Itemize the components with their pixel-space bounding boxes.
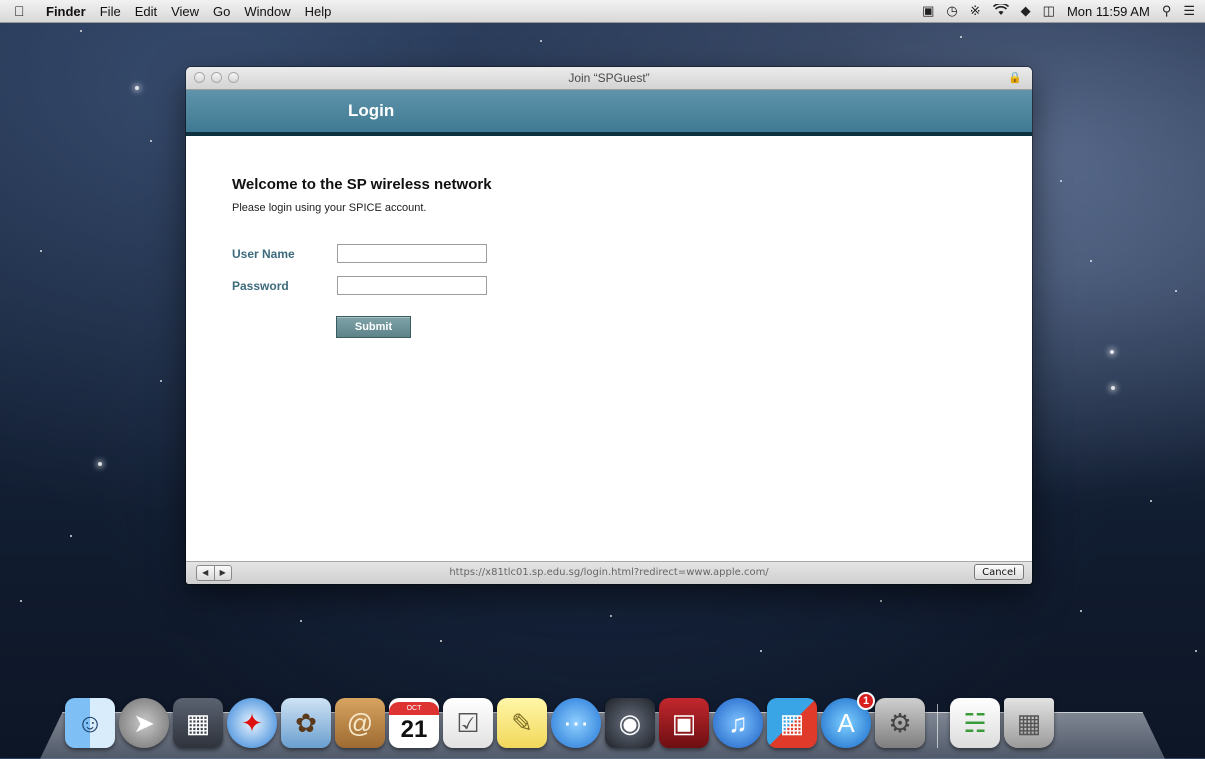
mail-icon[interactable]: ✿ [281,698,331,748]
menu-edit[interactable]: Edit [135,4,157,19]
app-store-badge: 1 [857,692,875,710]
app-store-icon[interactable]: A 1 [821,692,875,748]
dashboard-icon[interactable]: ▦ [173,698,223,748]
login-instructions: Please login using your SPICE account. [232,202,427,214]
time-machine-icon[interactable]: ◷ [946,3,957,19]
preview-icon[interactable]: ☵ [950,698,1000,748]
close-button[interactable] [194,72,205,83]
wifi-icon[interactable] [992,2,1009,19]
username-label: User Name [232,247,295,261]
trash-icon[interactable]: ▦ [1004,698,1054,748]
apple-menu-icon[interactable]:  [14,3,32,19]
cancel-button[interactable]: Cancel [974,564,1024,580]
system-preferences-icon[interactable]: ⚙ [875,698,925,748]
itunes-icon[interactable]: ♫ [713,698,763,748]
finder-icon[interactable]: ☺ [65,698,115,748]
window-titlebar[interactable]: Join “SPGuest” 🔒 [186,67,1032,90]
header-title: Login [348,101,395,120]
menu-help[interactable]: Help [305,4,332,19]
password-label: Password [232,279,289,293]
calendar-month: OCT [389,701,439,715]
lock-icon: 🔒 [1008,72,1022,84]
facetime-icon[interactable]: ◉ [605,698,655,748]
page-url: https://x81tlc01.sp.edu.sg/login.html?re… [449,567,769,578]
reminders-icon[interactable]: ☑ [443,698,493,748]
menu-window[interactable]: Window [244,4,290,19]
safari-icon[interactable]: ✦ [227,698,277,748]
menu-bar:  Finder File Edit View Go Window Help ▣… [0,0,1205,23]
dock-separator [937,704,938,748]
notification-center-icon[interactable]: ☰ [1183,3,1195,19]
dock: ☺ ➤ ▦ ✦ ✿ @ OCT 21 ☑ ✎ ⋯ ◉ ▣ ♫ ▦ A 1 ⚙ ☵… [65,688,1054,748]
status-bar: ◀ ▶ https://x81tlc01.sp.edu.sg/login.htm… [186,561,1032,584]
parallels-menu-icon[interactable]: ▣ [922,3,934,19]
captive-portal-window: Join “SPGuest” 🔒 Login Welcome to the SP… [186,67,1032,584]
menu-file[interactable]: File [100,4,121,19]
volume-icon[interactable]: ◆ [1021,3,1031,19]
menu-clock[interactable]: Mon 11:59 AM [1067,4,1150,19]
parallels-icon[interactable]: ▦ [767,698,817,748]
battery-icon[interactable]: ◫ [1043,3,1055,19]
page-header: Login [186,90,1032,136]
messages-icon[interactable]: ⋯ [551,698,601,748]
bluetooth-icon[interactable]: ※ [970,3,981,19]
calendar-day: 21 [400,715,428,743]
username-input[interactable] [337,244,487,263]
calendar-icon[interactable]: OCT 21 [389,698,439,748]
menu-app-name[interactable]: Finder [46,4,86,19]
menu-view[interactable]: View [171,4,199,19]
notes-icon[interactable]: ✎ [497,698,547,748]
launchpad-icon[interactable]: ➤ [119,698,169,748]
minimize-button[interactable] [211,72,222,83]
zoom-button[interactable] [228,72,239,83]
contacts-icon[interactable]: @ [335,698,385,748]
spotlight-icon[interactable]: ⚲ [1162,3,1172,19]
window-title: Join “SPGuest” [568,71,650,85]
login-content: Welcome to the SP wireless network Pleas… [186,136,1032,555]
welcome-heading: Welcome to the SP wireless network [232,176,492,193]
menu-go[interactable]: Go [213,4,230,19]
photo-booth-icon[interactable]: ▣ [659,698,709,748]
password-input[interactable] [337,276,487,295]
submit-button[interactable]: Submit [336,316,411,338]
